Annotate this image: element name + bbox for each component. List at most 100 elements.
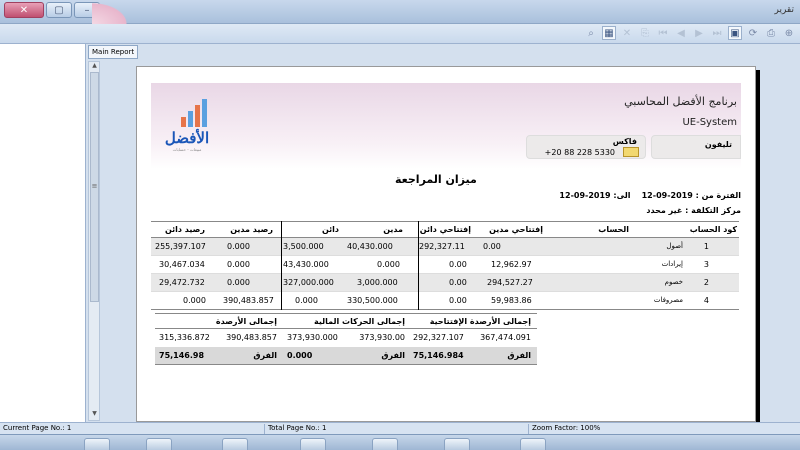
logo-bar [195, 105, 200, 127]
taskbar-item[interactable] [146, 438, 172, 450]
cell-code: 1 [703, 242, 709, 251]
taskbar-item[interactable] [372, 438, 398, 450]
summary-difference: 75,146.98 الفرق [155, 347, 283, 365]
group-tree-icon[interactable]: ▦ [602, 26, 616, 40]
taskbar-item[interactable] [300, 438, 326, 450]
cell-bal-debit: 0.000 [227, 242, 250, 251]
col-open-credit: إفتتاحي دائن [419, 225, 471, 234]
group-tree-panel[interactable] [0, 44, 86, 422]
table-row[interactable]: 2 خصوم 294,527.27 0.00 3,000.000 327,000… [151, 274, 739, 292]
summary-totals: 315,336.872 390,483.857 [155, 329, 283, 347]
taskbar-item[interactable] [84, 438, 110, 450]
cell-credit: 327,000.000 [283, 278, 334, 287]
summary-title: إجمالى الحركات المالية [283, 313, 411, 329]
table-row[interactable]: 4 مصروفات 59,983.86 0.00 330,500.000 0.0… [151, 292, 739, 310]
cell-open-debit: 12,962.97 [491, 260, 532, 269]
search-icon[interactable]: ⌕ [584, 26, 598, 40]
cell-debit: 330,500.000 [347, 296, 398, 305]
cell-credit: 0.000 [295, 296, 318, 305]
taskbar-item[interactable] [444, 438, 470, 450]
export-icon[interactable]: ⎘ [638, 26, 652, 40]
period-from-label: الفترة من : [695, 191, 741, 200]
table-row[interactable]: 3 إيرادات 12,962.97 0.00 0.000 43,430.00… [151, 256, 739, 274]
column-divider [418, 221, 419, 310]
period-to-value: 2019-09-12 [559, 191, 611, 200]
summary-diff-label: الفرق [253, 351, 277, 360]
summary-difference: 75,146.984 الفرق [409, 347, 537, 365]
summary-diff-value: 0.000 [287, 351, 313, 360]
toggle-panel-icon[interactable]: ▣ [728, 26, 742, 40]
scroll-grip-icon: ≡ [91, 182, 98, 190]
total-page-status: Total Page No.: 1 [268, 424, 327, 432]
taskbar-item[interactable] [222, 438, 248, 450]
next-page-icon[interactable]: ▶ [692, 26, 706, 40]
cell-bal-debit: 390,483.857 [223, 296, 274, 305]
print-icon[interactable]: ⎙ [764, 26, 778, 40]
current-page-status: Current Page No.: 1 [3, 424, 72, 432]
maximize-button[interactable]: ▢ [46, 2, 72, 18]
system-name: UE-System [682, 117, 737, 128]
column-divider [281, 221, 282, 310]
cell-debit: 3,000.000 [357, 278, 398, 287]
vertical-scrollbar[interactable]: ▲ ≡ ▼ [88, 61, 100, 421]
company-logo: الأفضل مبيعات - حسابات [159, 99, 215, 152]
summary-diff-value: 75,146.98 [159, 351, 205, 360]
prev-page-icon[interactable]: ◀ [674, 26, 688, 40]
report-toolbar: ⌕ ▦ ✕ ⎘ ⏮ ◀ ▶ ⏭ ▣ ⟳ ⎙ ⊕ [0, 24, 800, 44]
col-debit: مدين [383, 225, 403, 234]
phone-label: تليفون [704, 140, 732, 149]
close-button[interactable]: ✕ [4, 2, 44, 18]
period-from-value: 2019-09-12 [641, 191, 693, 200]
tab-main-report[interactable]: Main Report [88, 45, 139, 59]
taskbar-item[interactable] [520, 438, 546, 450]
summary-left: 292,327.107 [413, 333, 464, 342]
summary-left: 373,930.000 [287, 333, 338, 342]
cell-code: 4 [703, 296, 709, 305]
cell-open-credit: 0.00 [449, 260, 467, 269]
balances-summary: إجمالى الأرصدة 315,336.872 390,483.857 7… [155, 313, 283, 365]
movements-summary: إجمالى الحركات المالية 373,930.000 373,9… [283, 313, 411, 365]
scroll-down-icon[interactable]: ▼ [90, 410, 99, 420]
logo-subtitle: مبيعات - حسابات [172, 147, 202, 152]
report-viewer: Main Report ▲ ≡ ▼ برنامج الأفضل المحاسبي… [86, 44, 800, 422]
col-bal-debit: رصيد مدين [230, 225, 273, 234]
title-decoration [92, 0, 132, 24]
table-row[interactable]: 1 أصول 0.00 292,327.11 40,430.000 3,500.… [151, 238, 739, 256]
logo-bar [181, 117, 186, 127]
summary-right: 390,483.857 [226, 333, 277, 342]
fax-label: فاكس [612, 137, 637, 146]
window-controls: ✕ ▢ – [4, 2, 100, 18]
last-page-icon[interactable]: ⏭ [710, 26, 724, 40]
col-open-debit: إفتتاحي مدين [489, 225, 543, 234]
zoom-icon[interactable]: ⊕ [782, 26, 796, 40]
cell-open-debit: 294,527.27 [487, 278, 533, 287]
report-header: برنامج الأفضل المحاسبي UE-System الأفضل … [151, 83, 741, 169]
zoom-status: Zoom Factor: 100% [532, 424, 601, 432]
col-account: الحساب [598, 225, 629, 234]
cell-open-debit: 59,983.86 [491, 296, 532, 305]
report-period: الفترة من : 2019-09-12 الى: 2019-09-12 [559, 191, 741, 200]
logo-text: الأفضل [164, 129, 210, 147]
status-bar: Current Page No.: 1 Total Page No.: 1 Zo… [0, 422, 800, 436]
summary-right: 367,474.091 [480, 333, 531, 342]
cell-bal-credit: 255,397.107 [155, 242, 206, 251]
close-view-icon[interactable]: ✕ [620, 26, 634, 40]
cell-open-debit: 0.00 [483, 242, 501, 251]
fax-value: +20 88 228 5330 [544, 148, 615, 157]
cell-debit: 0.000 [377, 260, 400, 269]
envelope-icon [623, 147, 639, 157]
logo-bar [188, 111, 193, 127]
taskbar [0, 434, 800, 450]
cell-open-credit: 292,327.11 [419, 242, 465, 251]
summary-totals: 292,327.107 367,474.091 [409, 329, 537, 347]
refresh-icon[interactable]: ⟳ [746, 26, 760, 40]
cell-open-credit: 0.00 [449, 278, 467, 287]
summary-diff-label: الفرق [507, 351, 531, 360]
cell-bal-credit: 29,472.732 [159, 278, 205, 287]
col-code: كود الحساب [689, 225, 737, 234]
summary-diff-value: 75,146.984 [413, 351, 464, 360]
first-page-icon[interactable]: ⏮ [656, 26, 670, 40]
scroll-up-icon[interactable]: ▲ [90, 62, 99, 72]
cell-code: 2 [703, 278, 709, 287]
summary-right: 373,930.00 [359, 333, 405, 342]
